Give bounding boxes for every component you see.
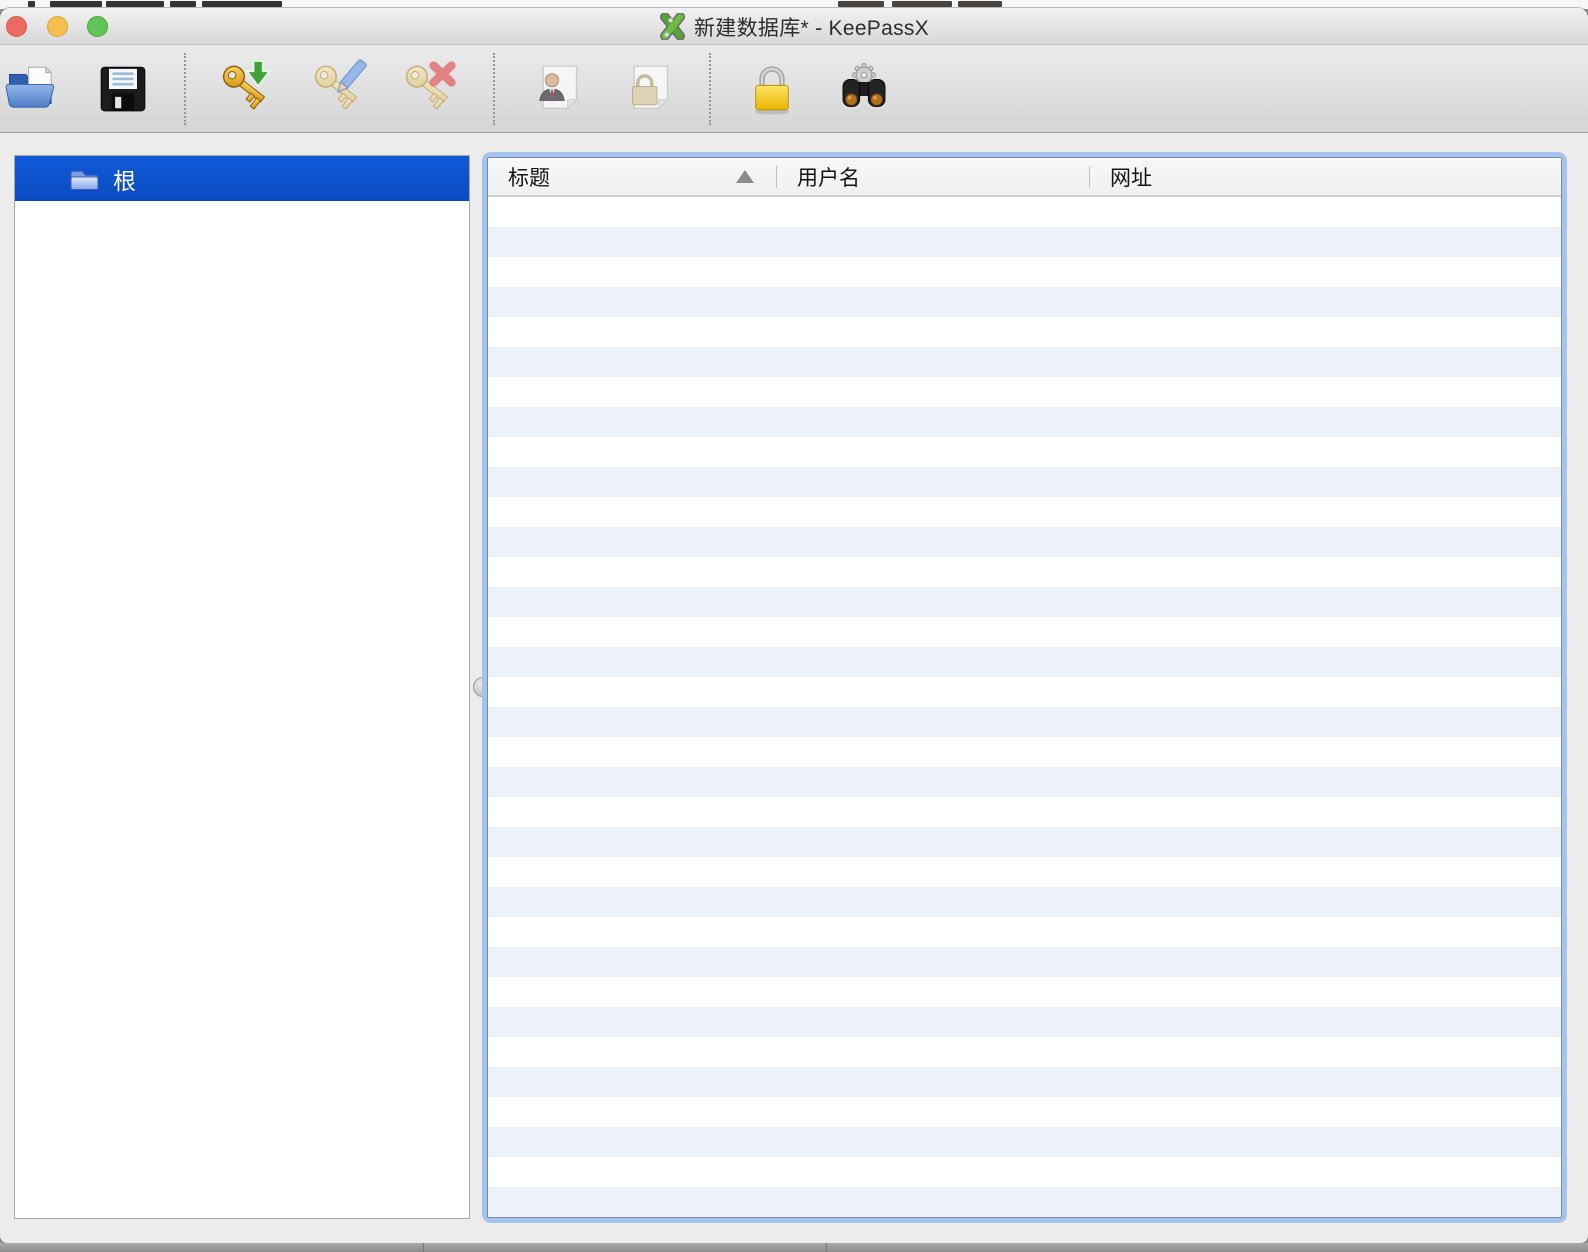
delete-entry-key-icon (398, 59, 458, 119)
background-bottom-strip (0, 1243, 1588, 1252)
lock-workspace-icon (743, 60, 801, 118)
background-artifact (28, 1, 35, 7)
table-header: 标题 用户名 网址 (488, 158, 1561, 197)
sort-ascending-icon (736, 170, 754, 183)
window-title: 新建数据库* - KeePassX (694, 12, 929, 42)
keepassx-window: 新建数据库* - KeePassX (0, 8, 1588, 1243)
background-divider (826, 1243, 827, 1252)
background-artifact (170, 1, 196, 7)
search-icon (836, 61, 892, 117)
open-database-icon (4, 60, 62, 118)
column-label: 用户名 (797, 162, 860, 192)
group-row-root[interactable]: 根 (15, 156, 469, 201)
background-artifact (106, 1, 164, 7)
entry-list-area[interactable] (488, 197, 1561, 1217)
group-label: 根 (113, 162, 136, 196)
column-header-username[interactable]: 用户名 (777, 158, 1090, 195)
toolbar-separator (709, 53, 711, 125)
group-tree-panel: 根 (14, 155, 470, 1219)
copy-password-icon (622, 61, 678, 117)
add-entry-key-icon (215, 59, 275, 119)
column-header-url[interactable]: 网址 (1090, 158, 1561, 195)
toolbar-separator (184, 53, 186, 125)
background-artifact (50, 1, 102, 7)
open-database-button[interactable] (1, 57, 65, 121)
title-group: 新建数据库* - KeePassX (0, 8, 1588, 45)
column-header-title[interactable]: 标题 (488, 158, 777, 195)
background-artifact (958, 1, 1002, 7)
copy-username-icon (531, 61, 587, 117)
keepassx-logo-icon (659, 13, 686, 40)
background-artifact (892, 1, 952, 7)
background-artifact (838, 1, 884, 7)
folder-icon (68, 165, 100, 193)
copy-password-button (618, 57, 682, 121)
background-artifact (202, 1, 282, 7)
column-label: 标题 (508, 162, 550, 192)
lock-workspace-button[interactable] (740, 57, 804, 121)
edit-entry-button (305, 57, 369, 121)
edit-entry-key-icon (307, 59, 367, 119)
toolbar-separator (493, 53, 495, 125)
background-divider (423, 1243, 424, 1252)
search-settings-button[interactable] (832, 57, 896, 121)
copy-username-button (527, 57, 591, 121)
title-bar[interactable]: 新建数据库* - KeePassX (0, 8, 1588, 45)
toolbar (0, 45, 1588, 133)
entry-table-panel: 标题 用户名 网址 (482, 152, 1567, 1223)
save-database-button[interactable] (91, 57, 155, 121)
column-label: 网址 (1110, 162, 1152, 192)
delete-entry-button (396, 57, 460, 121)
save-database-icon (95, 61, 151, 117)
entry-table: 标题 用户名 网址 (487, 157, 1562, 1218)
add-entry-button[interactable] (213, 57, 277, 121)
